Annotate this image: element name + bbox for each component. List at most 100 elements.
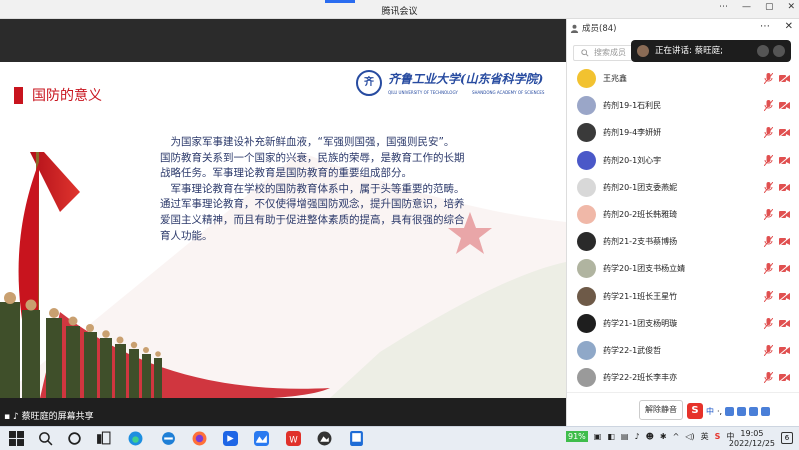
cloud-app-icon[interactable] xyxy=(317,431,332,446)
minimize-button[interactable]: — xyxy=(742,2,751,12)
svg-text:W: W xyxy=(289,435,298,445)
mic-muted-icon[interactable] xyxy=(764,100,773,112)
chevron-up-icon[interactable]: ^ xyxy=(673,432,680,441)
member-avatar xyxy=(577,96,596,116)
notification-center-icon[interactable]: 6 xyxy=(781,432,793,444)
more-icon[interactable]: ⋯ xyxy=(719,2,728,12)
ime-skin-icon[interactable] xyxy=(749,406,759,416)
shield-icon[interactable]: ▣ xyxy=(594,432,602,441)
member-row[interactable]: 药学21-1班长王星竹 xyxy=(567,283,799,310)
tray-lang[interactable]: 英 xyxy=(701,431,709,442)
member-avatar xyxy=(577,340,596,360)
tencent-meeting-icon[interactable] xyxy=(223,431,238,446)
member-row[interactable]: 药剂20-1刘心宇 xyxy=(567,147,799,174)
bag-icon[interactable]: ▤ xyxy=(621,432,629,441)
member-row[interactable]: 王兆鑫 xyxy=(567,65,799,92)
member-row[interactable]: 药剂19-1石利民 xyxy=(567,92,799,119)
camera-off-icon[interactable] xyxy=(779,318,790,328)
people-icon[interactable]: ☻ xyxy=(646,432,654,441)
firefox-icon[interactable] xyxy=(192,431,207,446)
edge-icon[interactable] xyxy=(128,431,143,446)
camera-off-icon[interactable] xyxy=(779,209,790,219)
member-row[interactable]: 药学22-1武俊哲 xyxy=(567,337,799,364)
mic-muted-icon[interactable] xyxy=(764,181,773,193)
member-row[interactable]: 药剂20-2班长韩雅琦 xyxy=(567,201,799,228)
ime-voice-icon[interactable] xyxy=(725,406,735,416)
members-header: 成员(84) ⋯ ✕ xyxy=(567,19,799,37)
screen-share-status: ▪ ♪ 蔡旺庭的屏幕共享 xyxy=(0,409,566,426)
mic-muted-icon[interactable] xyxy=(764,208,773,220)
member-row[interactable]: 药学22-2班长李丰亦 xyxy=(567,364,799,391)
camera-off-icon[interactable] xyxy=(779,291,790,301)
unmute-all-button[interactable]: 解除静音 xyxy=(639,400,683,420)
camera-off-icon[interactable] xyxy=(779,345,790,355)
camera-off-icon[interactable] xyxy=(779,264,790,274)
mic-icon[interactable]: ♪ xyxy=(634,432,639,441)
camera-off-icon[interactable] xyxy=(779,182,790,192)
camera-off-icon[interactable] xyxy=(779,373,790,383)
university-logo: 齐 齐鲁工业大学(山东省科学院) QILU UNIVERSITY OF TECH… xyxy=(356,68,556,102)
ie-icon[interactable] xyxy=(161,431,176,446)
member-name: 药剂21-2支书蔡博扬 xyxy=(603,237,678,247)
member-list: 王兆鑫药剂19-1石利民药剂19-4李妍妍 药剂20-1刘心宇 药剂20-1团支委燕… xyxy=(567,65,799,391)
mic-muted-icon[interactable] xyxy=(764,344,773,356)
camera-off-icon[interactable] xyxy=(779,155,790,165)
battery-indicator[interactable]: 91% xyxy=(566,431,588,442)
member-row[interactable]: 药学20-1团支书杨立婧 xyxy=(567,255,799,282)
member-row[interactable]: 药剂20-1团支委燕妮 xyxy=(567,174,799,201)
mic-muted-icon[interactable] xyxy=(764,236,773,248)
mic-muted-icon[interactable] xyxy=(764,372,773,384)
sogou-ime-icon[interactable]: S xyxy=(687,403,703,419)
mic-muted-icon[interactable] xyxy=(764,127,773,139)
speaker-raise-icon[interactable] xyxy=(773,45,785,57)
ime-keyboard-icon[interactable] xyxy=(737,406,747,416)
speaker-mute-icon[interactable] xyxy=(757,45,769,57)
tray-app-icon[interactable]: ◧ xyxy=(607,432,615,441)
clock-date: 2022/12/25 xyxy=(728,439,775,448)
member-search-input[interactable]: 搜索成员 xyxy=(573,45,633,61)
windows-start-icon[interactable] xyxy=(9,431,24,446)
search-icon[interactable] xyxy=(38,431,53,446)
clock[interactable]: 19:05 2022/12/25 xyxy=(729,429,775,449)
search-placeholder: 搜索成员 xyxy=(594,48,626,57)
member-avatar xyxy=(577,259,596,279)
camera-off-icon[interactable] xyxy=(779,128,790,138)
mic-muted-icon[interactable] xyxy=(764,263,773,275)
wps-icon[interactable]: W xyxy=(286,431,301,446)
member-row[interactable]: 药学21-1团支杨明璇 xyxy=(567,310,799,337)
tencent-meeting-window-icon[interactable] xyxy=(254,431,269,446)
ime-tools-icon[interactable] xyxy=(761,406,771,416)
panel-more-icon[interactable]: ⋯ xyxy=(760,21,771,32)
member-name: 药剂19-1石利民 xyxy=(603,101,662,111)
member-avatar xyxy=(577,232,596,252)
member-row[interactable]: 药剂21-2支书蔡博扬 xyxy=(567,228,799,255)
maximize-button[interactable]: ▢ xyxy=(765,2,774,12)
task-view-icon[interactable] xyxy=(96,431,111,446)
search-icon xyxy=(581,49,589,57)
tablet-app-icon[interactable] xyxy=(349,431,364,446)
ime-punct-label[interactable]: ·, xyxy=(717,407,722,416)
cortana-icon[interactable] xyxy=(67,431,82,446)
speaking-indicator: 正在讲话: 蔡旺庭; xyxy=(631,40,791,62)
camera-off-icon[interactable] xyxy=(779,101,790,111)
volume-icon[interactable]: ◁) xyxy=(685,432,694,441)
ime-lang-label[interactable]: 中 xyxy=(706,406,714,417)
member-name: 药学22-2班长李丰亦 xyxy=(603,373,678,383)
mic-muted-icon[interactable] xyxy=(764,154,773,166)
sogou-tray-icon[interactable]: S xyxy=(715,432,721,441)
bluetooth-icon[interactable]: ✱ xyxy=(660,432,667,441)
mic-muted-icon[interactable] xyxy=(764,290,773,302)
close-button[interactable]: ✕ xyxy=(787,2,795,12)
share-status-text: 蔡旺庭的屏幕共享 xyxy=(21,412,94,422)
slide-paragraph: 通过军事理论教育，不仅使得增强国防观念，提升国防意识，培养爱国主义精神，而且有助… xyxy=(160,198,465,242)
panel-close-icon[interactable]: ✕ xyxy=(785,21,793,32)
shared-screen: 国防的意义 齐 齐鲁工业大学(山东省科学院) QILU UNIVERSITY O… xyxy=(0,19,566,409)
camera-off-icon[interactable] xyxy=(779,237,790,247)
ime-toolbar[interactable]: S 中 ·, xyxy=(687,402,799,420)
member-avatar xyxy=(577,150,596,170)
member-row[interactable]: 药剂19-4李妍妍 xyxy=(567,119,799,146)
camera-off-icon[interactable] xyxy=(779,74,790,83)
mic-muted-icon[interactable] xyxy=(764,73,773,84)
mic-muted-icon[interactable] xyxy=(764,317,773,329)
share-indicator xyxy=(325,0,355,3)
